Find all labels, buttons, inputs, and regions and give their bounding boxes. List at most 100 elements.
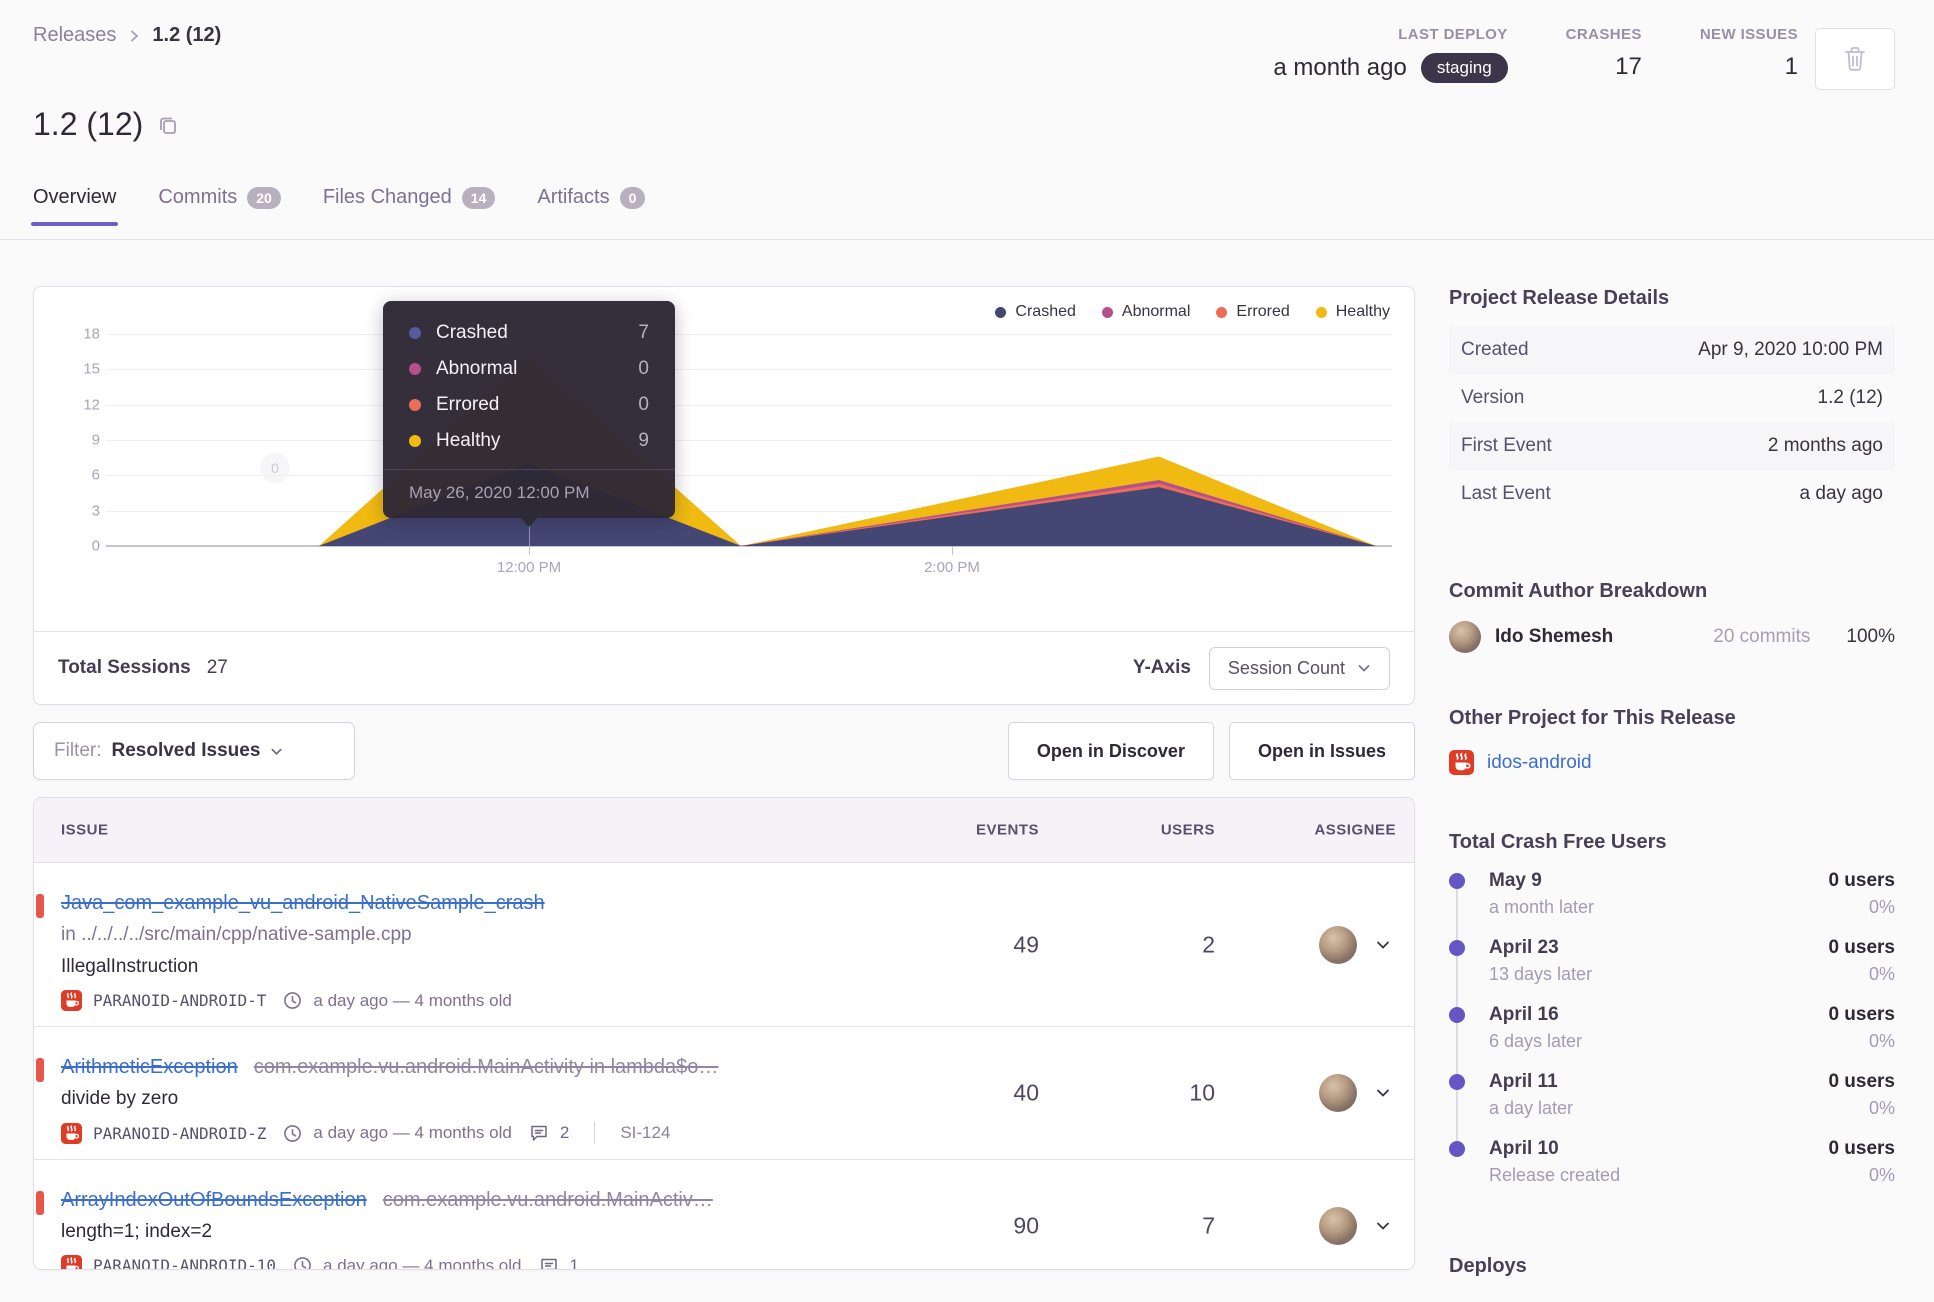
tab-bar-divider	[0, 239, 1934, 240]
issue-title-link[interactable]: ArithmeticException	[61, 1051, 238, 1083]
tooltip-series-label: Healthy	[436, 430, 501, 451]
detail-label: First Event	[1461, 435, 1552, 456]
breadcrumb-releases-link[interactable]: Releases	[33, 24, 116, 47]
legend-dot-icon	[1101, 306, 1113, 318]
legend-item[interactable]: Crashed	[995, 303, 1076, 321]
detail-value: 2 months ago	[1767, 435, 1883, 456]
timeline-note: Release created	[1489, 1165, 1621, 1185]
commit-authors-list: Ido Shemesh 20 commits 100%	[1449, 621, 1895, 653]
assignee-dropdown[interactable]	[1319, 1206, 1391, 1245]
timeline-percent: 0%	[1868, 1098, 1895, 1118]
timeline-date: April 16	[1489, 1004, 1559, 1025]
author-percent: 100%	[1846, 626, 1895, 647]
page-title: 1.2 (12)	[33, 106, 179, 143]
x-axis-tick	[529, 547, 530, 555]
sessions-chart-card: Crashed Abnormal Errored Healthy 0 3 6 9 12 1…	[33, 286, 1415, 705]
legend-item[interactable]: Healthy	[1315, 303, 1390, 321]
legend-label: Crashed	[1015, 303, 1076, 320]
y-axis-select[interactable]: Session Count	[1208, 646, 1390, 690]
issue-title-link[interactable]: ArrayIndexOutOfBoundsException	[61, 1184, 367, 1216]
issue-title-link[interactable]: Java_com_example_vu_android_NativeSample…	[61, 887, 545, 919]
environment-badge: staging	[1420, 53, 1508, 83]
detail-value: 1.2 (12)	[1817, 387, 1883, 408]
timeline-percent: 0%	[1868, 1031, 1895, 1051]
timeline-dot-icon	[1449, 1141, 1465, 1157]
filter-selected-value: Resolved Issues	[111, 740, 261, 761]
tab[interactable]: Overview	[30, 186, 119, 226]
chevron-down-icon	[1375, 1085, 1391, 1101]
timeline-note: 6 days later	[1489, 1031, 1583, 1051]
timeline-percent: 0%	[1868, 964, 1895, 984]
issues-table-body: Java_com_example_vu_android_NativeSample…	[34, 863, 1414, 1270]
users-count: 7	[1202, 1212, 1215, 1238]
chevron-down-icon	[1375, 937, 1391, 953]
detail-value: a day ago	[1799, 483, 1883, 504]
stat-last-deploy: LAST DEPLOY a month ago staging	[1273, 26, 1508, 83]
timeline-dot-icon	[1449, 1074, 1465, 1090]
comment-count: 2	[559, 1123, 570, 1142]
y-axis-selected-value: Session Count	[1227, 657, 1345, 678]
tab[interactable]: Artifacts 0	[537, 186, 646, 225]
release-details-heading: Project Release Details	[1449, 287, 1670, 309]
error-level-indicator	[36, 1058, 44, 1082]
y-axis-tick-label: 6	[91, 466, 100, 484]
y-axis-tick-label: 18	[83, 325, 100, 343]
sessions-area-chart	[319, 357, 1376, 546]
events-count: 49	[1013, 931, 1039, 957]
tooltip-series-value: 9	[638, 430, 649, 451]
issue-annotation[interactable]: SI-124	[620, 1123, 670, 1143]
release-details-list: Created Apr 9, 2020 10:00 PM Version 1.2…	[1449, 326, 1895, 518]
detail-value: Apr 9, 2020 10:00 PM	[1698, 339, 1883, 360]
release-version-title: 1.2 (12)	[33, 106, 144, 142]
author-name: Ido Shemesh	[1495, 626, 1614, 647]
y-axis-tick-label: 15	[83, 360, 100, 378]
timeline-users: 0 users	[1828, 937, 1895, 958]
commit-authors-heading: Commit Author Breakdown	[1449, 580, 1708, 602]
tab[interactable]: Commits 20	[158, 186, 281, 225]
legend-label: Errored	[1236, 303, 1290, 320]
tab[interactable]: Files Changed 14	[323, 186, 496, 225]
timeline-users: 0 users	[1828, 870, 1895, 891]
java-project-icon	[61, 990, 82, 1011]
events-count: 40	[1013, 1079, 1039, 1106]
tab-label: Files Changed	[322, 186, 452, 208]
other-project-link[interactable]: idos-android	[1487, 752, 1592, 774]
other-project-row: idos-android	[1449, 750, 1895, 775]
stat-last-deploy-value: a month ago	[1273, 54, 1407, 81]
project-slug: PARANOID-ANDROID-10	[93, 1256, 277, 1270]
x-axis-tick-label: 12:00 PM	[496, 559, 562, 576]
clock-icon	[283, 991, 302, 1010]
list-item: May 9 a month later 0 users 0%	[1449, 870, 1895, 937]
error-level-indicator	[36, 894, 44, 918]
legend-dot-icon	[1315, 306, 1327, 318]
x-axis-tick	[952, 547, 953, 555]
timeline-dot-icon	[1449, 873, 1465, 889]
list-item: April 10 Release created 0 users 0%	[1449, 1138, 1895, 1205]
open-in-issues-button[interactable]: Open in Issues	[1228, 722, 1415, 780]
timeline-percent: 0%	[1868, 897, 1895, 917]
legend-dot-icon	[995, 306, 1007, 318]
issues-filter-select[interactable]: Filter: Resolved Issues	[33, 722, 355, 780]
assignee-dropdown[interactable]	[1319, 925, 1391, 964]
y-axis-tick-label: 9	[91, 431, 100, 449]
copy-icon[interactable]	[157, 114, 179, 136]
breadcrumb: Releases 1.2 (12)	[33, 24, 221, 47]
legend-item[interactable]: Abnormal	[1101, 303, 1191, 321]
release-detail-row: Version 1.2 (12)	[1449, 374, 1895, 422]
assignee-dropdown[interactable]	[1319, 1074, 1391, 1112]
tab-label: Commits	[158, 186, 238, 208]
issue-culprit: com.example.vu.android.MainActiv…	[382, 1189, 713, 1211]
stat-crashes-label: CRASHES	[1565, 26, 1642, 43]
trash-icon	[1843, 46, 1867, 72]
users-count: 10	[1189, 1079, 1215, 1106]
tooltip-row: Healthy 9	[383, 423, 675, 459]
legend-item[interactable]: Errored	[1216, 303, 1290, 321]
stat-new-issues-value: 1	[1784, 53, 1798, 80]
deploys-heading: Deploys	[1449, 1255, 1527, 1277]
legend-label: Healthy	[1335, 303, 1390, 320]
open-in-discover-button[interactable]: Open in Discover	[1007, 722, 1214, 780]
tooltip-series-dot-icon	[409, 327, 421, 339]
delete-release-button[interactable]	[1815, 28, 1895, 90]
legend-label: Abnormal	[1121, 303, 1191, 320]
clock-icon	[293, 1256, 312, 1269]
